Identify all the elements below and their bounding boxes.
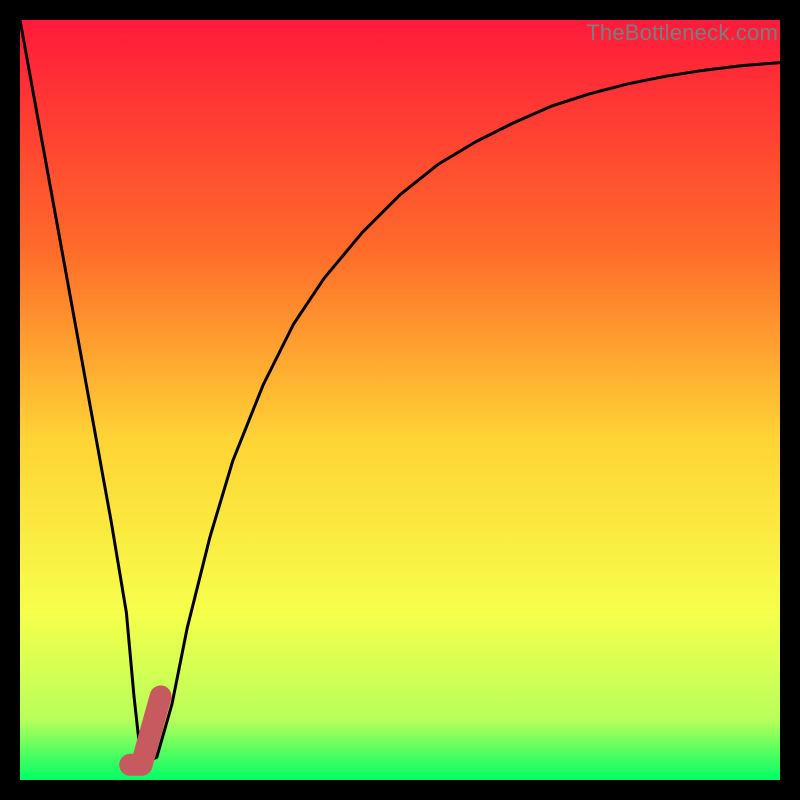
chart-svg bbox=[20, 20, 780, 780]
watermark-text: TheBottleneck.com bbox=[586, 20, 778, 46]
chart-frame: TheBottleneck.com bbox=[20, 20, 780, 780]
gradient-background bbox=[20, 20, 780, 780]
